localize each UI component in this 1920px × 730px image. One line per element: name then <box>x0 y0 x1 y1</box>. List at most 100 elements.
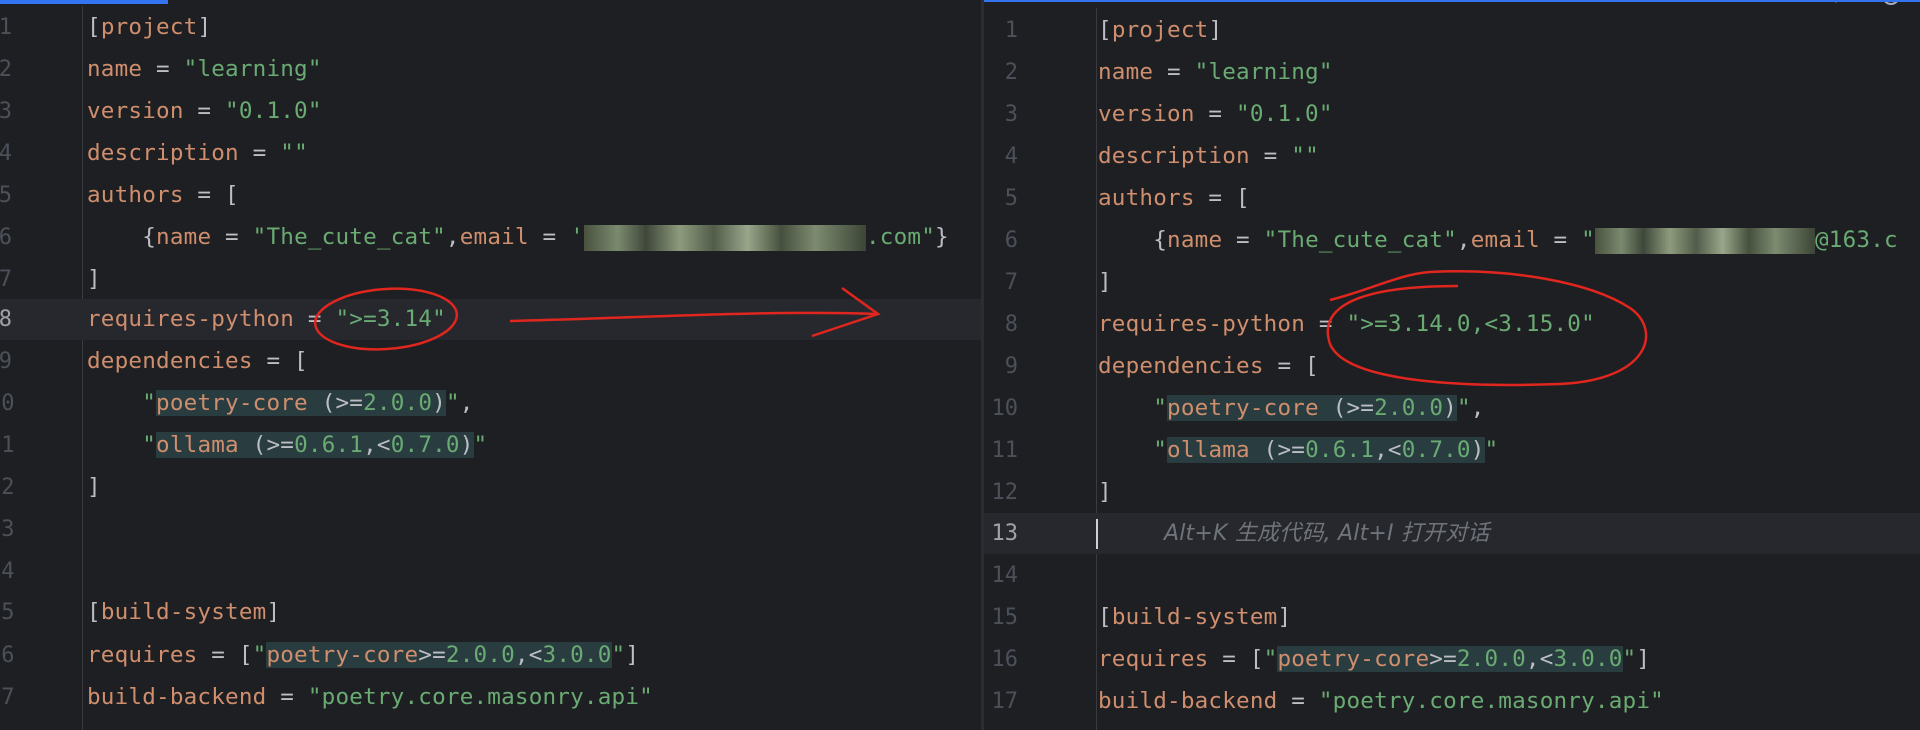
code-line[interactable]: 6 {name = "The_cute_cat",email = ' .com"} <box>0 217 981 258</box>
code-text[interactable]: Alt+K 生成代码, Alt+I 打开对话 <box>1096 513 1490 554</box>
line-number: 12 <box>0 475 15 500</box>
text-caret <box>1096 518 1098 549</box>
code-line[interactable]: 13 <box>0 509 981 550</box>
ai-assistant-icon[interactable] <box>1880 0 1902 6</box>
line-number: 17 <box>0 685 15 710</box>
code-text[interactable]: ] <box>87 467 101 508</box>
code-line[interactable]: 12 ] <box>0 467 981 508</box>
code-line[interactable]: 10 "poetry-core (>=2.0.0)", <box>984 388 1920 429</box>
code-line[interactable]: 4 description = "" <box>0 133 981 174</box>
line-number-current: 13 <box>991 521 1019 546</box>
code-text[interactable]: [project] <box>87 7 211 48</box>
code-text[interactable]: description = "" <box>87 133 308 174</box>
code-line[interactable]: 16 requires = ["poetry-core>=2.0.0,<3.0.… <box>984 639 1920 680</box>
line-number: 12 <box>991 480 1019 505</box>
code-text[interactable]: ] <box>1098 262 1112 303</box>
code-line[interactable]: 8 requires-python = ">=3.14.0,<3.15.0" <box>984 304 1920 345</box>
code-line[interactable]: 1 [project] <box>984 10 1920 51</box>
code-line[interactable]: 7 ] <box>984 262 1920 303</box>
line-number: 6 <box>1004 228 1018 253</box>
code-text[interactable]: ] <box>1098 472 1112 513</box>
code-line[interactable]: 9 dependencies = [ <box>0 341 981 382</box>
code-text[interactable]: [build-system] <box>87 592 280 633</box>
line-number: 15 <box>991 605 1019 630</box>
left-editor-pane[interactable]: 1 [project] 2 name = "learning" 3 versio… <box>0 0 981 730</box>
code-text[interactable]: "poetry-core (>=2.0.0)", <box>1098 388 1485 429</box>
code-line[interactable]: 2 name = "learning" <box>984 52 1920 93</box>
code-line-current[interactable]: 13 Alt+K 生成代码, Alt+I 打开对话 <box>984 513 1920 554</box>
code-text[interactable]: dependencies = [ <box>1098 346 1319 387</box>
code-text[interactable]: requires-python = ">=3.14" <box>87 299 446 340</box>
code-text[interactable]: "ollama (>=0.6.1,<0.7.0)" <box>87 425 487 466</box>
code-text[interactable]: {name = "The_cute_cat",email = " @163.c <box>1098 220 1898 261</box>
code-line[interactable]: 2 name = "learning" <box>0 49 981 90</box>
line-number: 16 <box>991 647 1019 672</box>
check-icon[interactable] <box>1826 0 1848 6</box>
ai-inline-hint: Alt+K 生成代码, Alt+I 打开对话 <box>1164 521 1490 546</box>
code-line[interactable]: 15 [build-system] <box>984 597 1920 638</box>
line-number: 3 <box>1004 102 1018 127</box>
line-number: 2 <box>0 57 12 82</box>
code-line[interactable]: 11 "ollama (>=0.6.1,<0.7.0)" <box>984 430 1920 471</box>
code-text[interactable]: authors = [ <box>87 175 239 216</box>
code-line[interactable]: 3 version = "0.1.0" <box>0 91 981 132</box>
code-line[interactable]: 9 dependencies = [ <box>984 346 1920 387</box>
code-text[interactable]: "poetry-core (>=2.0.0)", <box>87 383 474 424</box>
line-number: 13 <box>0 517 15 542</box>
code-line[interactable]: 17 build-backend = "poetry.core.masonry.… <box>984 681 1920 722</box>
redacted-email <box>1594 227 1815 254</box>
code-line[interactable]: 14 <box>984 555 1920 596</box>
line-number: 4 <box>1004 144 1018 169</box>
line-number: 7 <box>0 267 12 292</box>
code-line[interactable]: 10 "poetry-core (>=2.0.0)", <box>0 383 981 424</box>
line-number: 11 <box>991 438 1019 463</box>
code-line[interactable]: 15 [build-system] <box>0 592 981 633</box>
code-line[interactable]: 6 {name = "The_cute_cat",email = " @163.c <box>984 220 1920 261</box>
code-text[interactable]: version = "0.1.0" <box>87 91 322 132</box>
code-line[interactable]: 5 authors = [ <box>0 175 981 216</box>
code-text[interactable]: ] <box>87 259 101 300</box>
line-number: 15 <box>0 600 15 625</box>
line-number: 17 <box>991 689 1019 714</box>
line-number: 14 <box>0 559 15 584</box>
code-line-current[interactable]: 8 requires-python = ">=3.14" <box>0 299 981 340</box>
code-line[interactable]: 12 ] <box>984 472 1920 513</box>
code-text[interactable]: dependencies = [ <box>87 341 308 382</box>
code-text[interactable]: [project] <box>1098 10 1222 51</box>
code-line[interactable]: 14 <box>0 551 981 592</box>
code-text[interactable]: authors = [ <box>1098 178 1250 219</box>
line-number: 4 <box>0 141 12 166</box>
line-number: 6 <box>0 225 12 250</box>
code-line[interactable]: 11 "ollama (>=0.6.1,<0.7.0)" <box>0 425 981 466</box>
line-number: 14 <box>991 563 1019 588</box>
code-text[interactable]: requires-python = ">=3.14.0,<3.15.0" <box>1098 304 1595 345</box>
code-text[interactable]: [build-system] <box>1098 597 1291 638</box>
code-text[interactable]: "ollama (>=0.6.1,<0.7.0)" <box>1098 430 1498 471</box>
code-text[interactable]: version = "0.1.0" <box>1098 94 1333 135</box>
line-number: 1 <box>1004 18 1018 43</box>
line-number: 9 <box>1004 354 1018 379</box>
code-line[interactable]: 17 build-backend = "poetry.core.masonry.… <box>0 677 981 718</box>
code-line[interactable]: 5 authors = [ <box>984 178 1920 219</box>
code-text[interactable]: requires = ["poetry-core>=2.0.0,<3.0.0"] <box>87 635 639 676</box>
line-number: 5 <box>1004 186 1018 211</box>
line-number: 10 <box>991 396 1019 421</box>
code-text[interactable]: build-backend = "poetry.core.masonry.api… <box>1098 681 1664 722</box>
code-line[interactable]: 4 description = "" <box>984 136 1920 177</box>
line-number: 9 <box>0 349 12 374</box>
code-line[interactable]: 7 ] <box>0 259 981 300</box>
code-line[interactable]: 16 requires = ["poetry-core>=2.0.0,<3.0.… <box>0 635 981 676</box>
line-number: 7 <box>1004 270 1018 295</box>
code-text[interactable]: build-backend = "poetry.core.masonry.api… <box>87 677 653 718</box>
line-number: 10 <box>0 391 15 416</box>
line-number: 8 <box>1004 312 1018 337</box>
code-text[interactable]: description = "" <box>1098 136 1319 177</box>
code-text[interactable]: name = "learning" <box>87 49 322 90</box>
code-line[interactable]: 3 version = "0.1.0" <box>984 94 1920 135</box>
right-editor-pane[interactable]: 1 [project] 2 name = "learning" 3 versio… <box>984 0 1920 730</box>
line-number: 1 <box>0 15 12 40</box>
code-text[interactable]: name = "learning" <box>1098 52 1333 93</box>
code-text[interactable]: requires = ["poetry-core>=2.0.0,<3.0.0"] <box>1098 639 1650 680</box>
code-line[interactable]: 1 [project] <box>0 7 981 48</box>
code-text[interactable]: {name = "The_cute_cat",email = ' .com"} <box>87 217 949 258</box>
